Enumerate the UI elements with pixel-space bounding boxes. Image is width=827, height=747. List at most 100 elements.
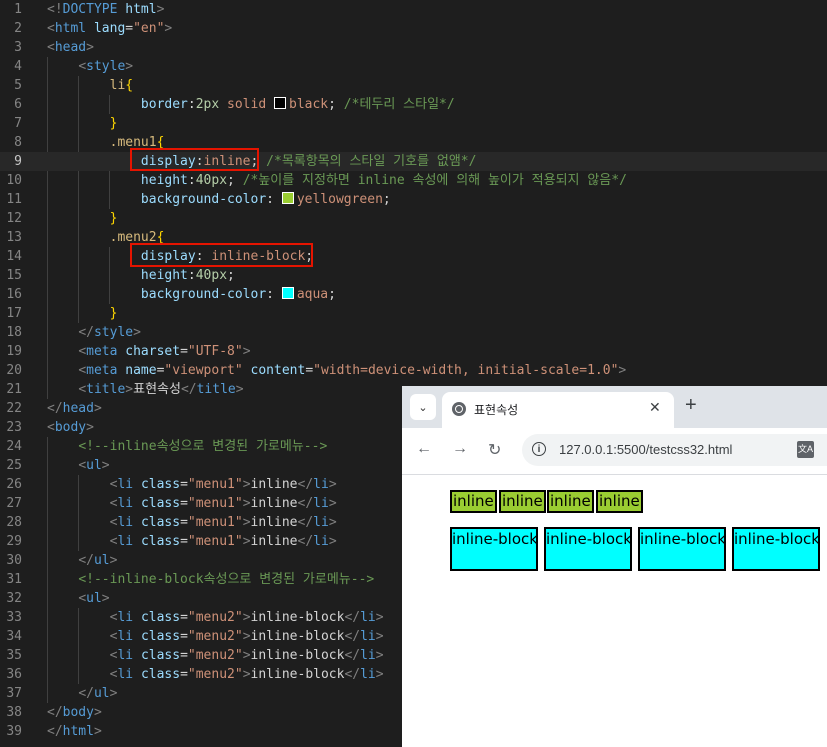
code-text: <title>표현속성</title>	[78, 382, 244, 397]
menu1-item: inline	[596, 490, 643, 513]
line-number: 35	[6, 648, 22, 663]
menu2-item: inline-block	[732, 527, 820, 571]
line-number: 6	[14, 97, 22, 112]
line-number: 34	[6, 629, 22, 644]
code-line[interactable]: 16 background-color: aqua;	[0, 285, 827, 304]
code-text: </ul>	[78, 686, 118, 701]
reload-button[interactable]: ↻	[488, 440, 501, 460]
line-number: 29	[6, 534, 22, 549]
code-text: <html lang="en">	[47, 21, 173, 36]
line-number: 15	[6, 268, 22, 283]
code-text: <!--inline속성으로 변경된 가로메뉴-->	[78, 439, 328, 454]
highlight-box-display-inline	[130, 148, 259, 171]
code-text: <li class="menu1">inline</li>	[109, 496, 337, 511]
line-number: 39	[6, 724, 22, 739]
line-number: 11	[6, 192, 22, 207]
browser-toolbar: ← → ↻ i 127.0.0.1:5500/testcss32.html 文A	[402, 428, 827, 475]
code-line[interactable]: 17 }	[0, 304, 827, 323]
menu1-item: inline	[450, 490, 497, 513]
info-icon[interactable]: i	[532, 442, 546, 456]
globe-icon	[452, 402, 466, 416]
line-number: 22	[6, 401, 22, 416]
line-number: 16	[6, 287, 22, 302]
menu1-item: inline	[499, 490, 546, 513]
active-tab[interactable]: 표현속성 ✕	[442, 392, 674, 428]
code-line[interactable]: 13 .menu2{	[0, 228, 827, 247]
code-text: </ul>	[78, 553, 118, 568]
line-number: 32	[6, 591, 22, 606]
menu1-item: inline	[547, 490, 594, 513]
line-number: 20	[6, 363, 22, 378]
color-swatch-icon[interactable]	[274, 97, 286, 109]
menu2-item: inline-block	[638, 527, 726, 571]
code-line[interactable]: 3 <head>	[0, 38, 827, 57]
close-tab-button[interactable]: ✕	[649, 399, 661, 416]
tab-search-button[interactable]: ⌄	[410, 394, 436, 420]
line-number: 25	[6, 458, 22, 473]
code-line[interactable]: 10 height:40px; /*높이를 지정하면 inline 속성에 의해…	[0, 171, 827, 190]
code-line[interactable]: 19 <meta charset="UTF-8">	[0, 342, 827, 361]
new-tab-button[interactable]: +	[685, 395, 697, 415]
line-number: 31	[6, 572, 22, 587]
code-text: }	[109, 211, 118, 226]
code-line[interactable]: 2 <html lang="en">	[0, 19, 827, 38]
code-text: </head>	[47, 401, 102, 416]
code-line[interactable]: 8 .menu1{	[0, 133, 827, 152]
back-button[interactable]: ←	[416, 440, 432, 458]
line-number: 30	[6, 553, 22, 568]
code-text: <body>	[47, 420, 94, 435]
code-text: <meta name="viewport" content="width=dev…	[78, 363, 627, 378]
code-line[interactable]: 15 height:40px;	[0, 266, 827, 285]
code-line[interactable]: 14 display: inline-block;	[0, 247, 827, 266]
line-number: 10	[6, 173, 22, 188]
code-text: <meta charset="UTF-8">	[78, 344, 251, 359]
line-number: 4	[14, 59, 22, 74]
code-text: </body>	[47, 705, 102, 720]
code-text: height:40px; /*높이를 지정하면 inline 속성에 의해 높이…	[140, 173, 627, 188]
code-text: }	[109, 306, 118, 321]
code-line[interactable]: 6 border:2px solid black; /*테두리 스타일*/	[0, 95, 827, 114]
code-text: </html>	[47, 724, 102, 739]
code-line[interactable]: 12 }	[0, 209, 827, 228]
code-line[interactable]: 5 li{	[0, 76, 827, 95]
code-line[interactable]: 1 <!DOCTYPE html>	[0, 0, 827, 19]
line-number: 23	[6, 420, 22, 435]
code-text: }	[109, 116, 118, 131]
browser-window: ⌄ 표현속성 ✕ + ← → ↻ i 127.0.0.1:5500/testcs…	[402, 386, 827, 747]
line-number: 2	[14, 21, 22, 36]
forward-button[interactable]: →	[452, 440, 468, 458]
line-number: 14	[6, 249, 22, 264]
code-text: <li class="menu1">inline</li>	[109, 515, 337, 530]
line-number: 36	[6, 667, 22, 682]
chevron-down-icon: ⌄	[418, 401, 428, 414]
code-text: display:inline; /*목록항목의 스타일 기호를 없앰*/	[140, 154, 477, 169]
tab-bar: ⌄ 표현속성 ✕ +	[402, 386, 827, 428]
code-text: <style>	[78, 59, 134, 74]
line-number: 12	[6, 211, 22, 226]
line-number: 13	[6, 230, 22, 245]
code-text: <ul>	[78, 458, 110, 473]
translate-icon[interactable]: 文A	[797, 441, 814, 458]
line-number: 24	[6, 439, 22, 454]
line-number: 21	[6, 382, 22, 397]
url-text[interactable]: 127.0.0.1:5500/testcss32.html	[559, 442, 732, 457]
code-text: <li class="menu2">inline-block</li>	[109, 667, 384, 682]
code-text: <li class="menu2">inline-block</li>	[109, 648, 384, 663]
code-text: background-color: yellowgreen;	[140, 192, 391, 207]
page-viewport: inline inline inline inline inline-block…	[402, 475, 827, 747]
code-line[interactable]: 7 }	[0, 114, 827, 133]
code-line[interactable]: 18 </style>	[0, 323, 827, 342]
code-line[interactable]: 11 background-color: yellowgreen;	[0, 190, 827, 209]
code-text: border:2px solid black; /*테두리 스타일*/	[140, 97, 455, 112]
code-line[interactable]: 20 <meta name="viewport" content="width=…	[0, 361, 827, 380]
line-number: 38	[6, 705, 22, 720]
line-number: 9	[14, 154, 22, 169]
code-line[interactable]: 9 display:inline; /*목록항목의 스타일 기호를 없앰*/	[0, 152, 827, 171]
code-text: <ul>	[78, 591, 110, 606]
color-swatch-icon[interactable]	[281, 287, 294, 299]
code-text: <li class="menu1">inline</li>	[109, 534, 337, 549]
code-text: li{	[109, 78, 134, 93]
color-swatch-icon[interactable]	[281, 192, 294, 204]
address-bar[interactable]: i 127.0.0.1:5500/testcss32.html 文A	[522, 434, 827, 466]
code-line[interactable]: 4 <style>	[0, 57, 827, 76]
